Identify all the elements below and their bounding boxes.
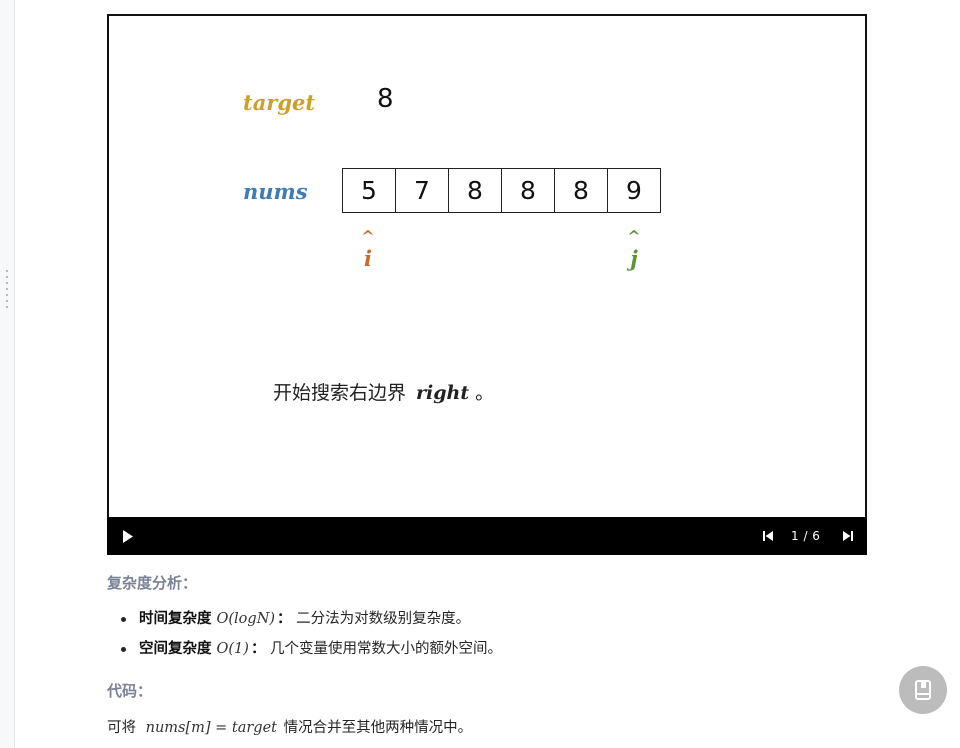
slide-canvas: target 8 nums 5 7 8 8 8 9 ^ i ^ j 开始搜索右边…: [107, 14, 867, 519]
caption-period: 。: [475, 382, 495, 404]
para-prefix: 可将: [107, 720, 136, 736]
item-text: 二分法为对数级别复杂度。: [296, 611, 471, 627]
item-math: O(1): [216, 641, 249, 657]
item-label: 时间复杂度: [139, 611, 212, 627]
target-value: 8: [377, 84, 394, 114]
item-label: 空间复杂度: [139, 641, 212, 657]
caption-keyword: right: [416, 382, 470, 404]
array-cell: 8: [449, 169, 502, 212]
list-item: 时间复杂度 O(logN)： 二分法为对数级别复杂度。: [107, 607, 502, 637]
player-controls: 1 / 6: [107, 517, 867, 555]
pointer-j-label: j: [630, 246, 638, 271]
item-colon: ：: [277, 611, 292, 627]
code-paragraph: 可将 nums[m] = target 情况合并至其他两种情况中。: [107, 716, 472, 737]
slide-caption: 开始搜索右边界 right。: [273, 378, 494, 405]
nums-label: nums: [243, 179, 308, 204]
para-math: nums[m] = target: [145, 720, 278, 736]
array-cell: 8: [502, 169, 555, 212]
slideshow-player: target 8 nums 5 7 8 8 8 9 ^ i ^ j 开始搜索右边…: [107, 14, 867, 555]
complexity-list: 时间复杂度 O(logN)： 二分法为对数级别复杂度。 空间复杂度 O(1)： 几个…: [107, 607, 502, 667]
item-text: 几个变量使用常数大小的额外空间。: [270, 641, 503, 657]
skip-next-icon: [843, 531, 853, 541]
target-label: target: [243, 90, 316, 115]
pointer-j: ^ j: [619, 229, 649, 273]
slide-counter: 1 / 6: [791, 529, 821, 543]
left-rail: [0, 0, 15, 748]
notebook-button[interactable]: [899, 666, 947, 714]
array-cell: 9: [626, 176, 642, 205]
array-cell: 7: [396, 169, 449, 212]
complexity-heading: 复杂度分析：: [107, 574, 198, 592]
pointer-i-caret: ^: [361, 227, 375, 246]
list-item: 空间复杂度 O(1)： 几个变量使用常数大小的额外空间。: [107, 637, 502, 667]
caption-text: 开始搜索右边界: [273, 382, 407, 404]
drag-handle-icon[interactable]: [4, 268, 10, 312]
next-slide-button[interactable]: [837, 517, 859, 555]
code-heading: 代码：: [107, 682, 153, 700]
previous-slide-button[interactable]: [757, 517, 779, 555]
notebook-icon: [915, 680, 931, 700]
pointer-j-caret: ^: [627, 227, 641, 246]
para-suffix: 情况合并至其他两种情况中。: [283, 720, 473, 736]
item-math: O(logN): [216, 611, 276, 627]
nums-array: 5 7 8 8 8 9: [342, 168, 661, 213]
pointer-i-label: i: [364, 246, 372, 271]
array-cell: 8: [555, 169, 608, 212]
item-colon: ：: [250, 641, 266, 657]
play-button[interactable]: [117, 517, 139, 555]
array-cell: 5: [343, 169, 396, 212]
pointer-i: ^ i: [353, 229, 383, 273]
play-icon: [123, 529, 133, 543]
skip-previous-icon: [763, 531, 773, 541]
